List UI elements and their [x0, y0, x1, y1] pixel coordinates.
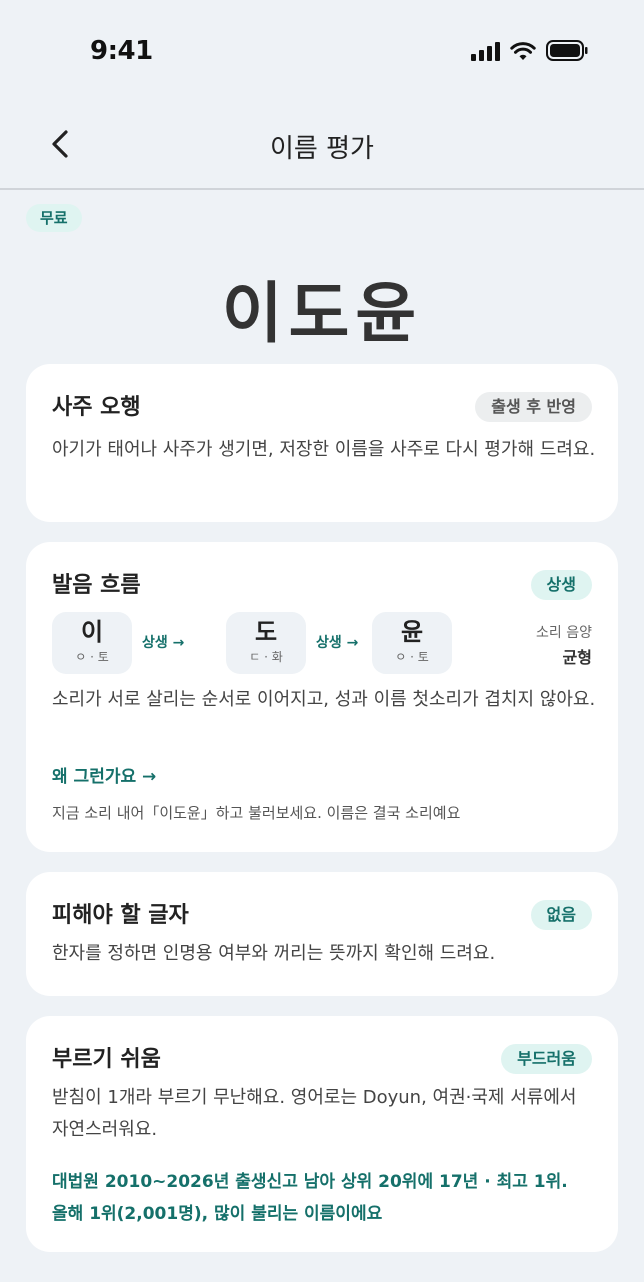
ease-card: 부르기 쉬움 부드러움 받침이 1개라 부르기 무난해요. 영어로는 Doyun… — [26, 1016, 618, 1252]
evaluated-name: 이도윤 — [221, 275, 423, 352]
battery-icon — [546, 40, 588, 61]
pronunciation-hint: 지금 소리 내어「이도윤」하고 불러보세요. 이름은 결국 소리예요 — [52, 804, 461, 822]
syllable-element: ㄷ · 화 — [249, 650, 283, 664]
pronunciation-status-pill: 상생 — [530, 570, 592, 600]
ease-status-pill: 부드러움 — [501, 1044, 592, 1074]
saju-description: 아기가 태어나 사주가 생기면, 저장한 이름을 사주로 다시 평가해 드려요. — [52, 439, 596, 460]
cellular-signal-icon — [471, 41, 500, 61]
saju-card: 사주 오행 출생 후 반영 아기가 태어나 사주가 생기면, 저장한 이름을 사… — [26, 364, 618, 522]
why-link[interactable]: 왜 그런가요 → — [52, 762, 156, 787]
syllable-box: 도 ㄷ · 화 — [226, 612, 306, 674]
syllable-char: 이 — [80, 618, 104, 646]
status-bar: 9:41 — [0, 0, 644, 100]
flow-connector: 상생 → — [316, 635, 359, 651]
sound-balance-label: 소리 음양 — [536, 625, 592, 641]
popularity-stats: 대법원 2010~2026년 출생신고 남아 상위 20위에 17년 · 최고 … — [52, 1172, 568, 1224]
wifi-icon — [510, 41, 536, 60]
saju-status-pill: 출생 후 반영 — [475, 392, 592, 422]
avoid-chars-status-pill: 없음 — [530, 900, 592, 930]
free-badge: 무료 — [26, 204, 82, 232]
sound-balance: 소리 음양 균형 — [536, 622, 592, 668]
page-title: 이름 평가 — [270, 134, 374, 164]
syllable-flow: 이 ㅇ · 토 상생 → 도 ㄷ · 화 상생 → 윤 ㅇ · 토 소리 음양 … — [52, 612, 592, 674]
syllable-char: 도 — [254, 618, 278, 646]
nav-bar: 이름 평가 — [0, 100, 644, 190]
pronunciation-card-header: 발음 흐름 상생 — [52, 570, 592, 602]
syllable-box: 윤 ㅇ · 토 — [372, 612, 452, 674]
sound-balance-value: 균형 — [562, 648, 592, 667]
avoid-chars-card-header: 피해야 할 글자 없음 — [52, 900, 592, 932]
pronunciation-title: 발음 흐름 — [52, 573, 141, 598]
syllable-box: 이 ㅇ · 토 — [52, 612, 132, 674]
syllable-char: 윤 — [400, 618, 424, 646]
syllable-element: ㅇ · 토 — [75, 650, 109, 664]
ease-description: 받침이 1개라 부르기 무난해요. 영어로는 Doyun, 여권·국제 서류에서… — [52, 1087, 577, 1140]
avoid-chars-title: 피해야 할 글자 — [52, 903, 189, 928]
avoid-chars-description: 한자를 정하면 인명용 여부와 꺼리는 뜻까지 확인해 드려요. — [52, 943, 496, 964]
status-time: 9:41 — [90, 36, 153, 66]
avoid-chars-card: 피해야 할 글자 없음 한자를 정하면 인명용 여부와 꺼리는 뜻까지 확인해 … — [26, 872, 618, 996]
flow-connector: 상생 → — [142, 635, 185, 651]
ease-card-header: 부르기 쉬움 부드러움 — [52, 1044, 592, 1076]
saju-card-header: 사주 오행 출생 후 반영 — [52, 392, 592, 424]
syllable-element: ㅇ · 토 — [395, 650, 429, 664]
status-icons — [471, 40, 588, 61]
pronunciation-card: 발음 흐름 상생 이 ㅇ · 토 상생 → 도 ㄷ · 화 상생 → 윤 ㅇ ·… — [26, 542, 618, 852]
pronunciation-description: 소리가 서로 살리는 순서로 이어지고, 성과 이름 첫소리가 겹치지 않아요. — [52, 689, 596, 710]
